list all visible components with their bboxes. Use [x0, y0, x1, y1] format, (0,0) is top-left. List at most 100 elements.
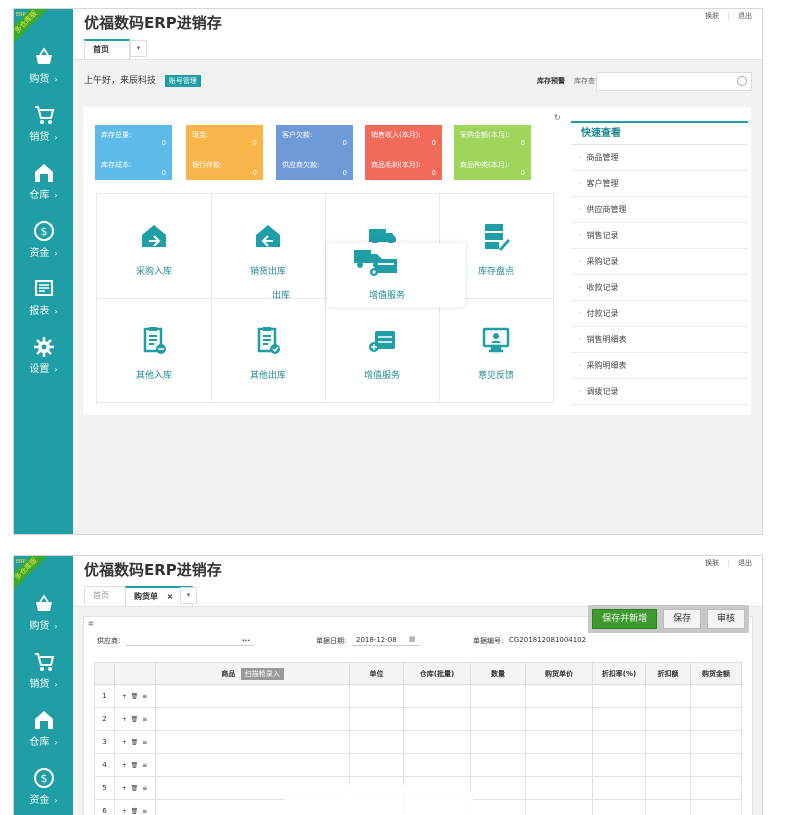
- table-cell[interactable]: [526, 708, 593, 731]
- table-cell[interactable]: [156, 708, 350, 731]
- quick-view-item[interactable]: 供应商管理: [571, 197, 748, 223]
- sidebar-item-5[interactable]: 设置›: [14, 336, 73, 375]
- shortcut-feedback[interactable]: 意见反馈: [439, 298, 554, 403]
- quick-view-item[interactable]: 采购明细表: [571, 353, 748, 379]
- shortcut-value-service[interactable]: 增值服务: [325, 298, 440, 403]
- table-cell[interactable]: [526, 685, 593, 708]
- row-actions[interactable]: + 🗑 ≡: [115, 800, 156, 815]
- col-discount-amount: 折扣额: [646, 663, 691, 685]
- save-new-button[interactable]: 保存并新增: [592, 609, 657, 629]
- table-cell[interactable]: [593, 731, 646, 754]
- supplier-input[interactable]: [126, 645, 254, 646]
- table-cell[interactable]: [691, 708, 742, 731]
- refresh-icon[interactable]: ↻: [554, 113, 561, 122]
- sidebar-item-3[interactable]: $资金›: [14, 220, 73, 259]
- table-cell[interactable]: [471, 800, 526, 815]
- quick-view-item[interactable]: 销售记录: [571, 223, 748, 249]
- table-cell[interactable]: [593, 800, 646, 815]
- row-actions[interactable]: + 🗑 ≡: [115, 754, 156, 777]
- table-cell[interactable]: [691, 777, 742, 800]
- sidebar-item-2[interactable]: 仓库›: [14, 162, 73, 201]
- sidebar-item-0[interactable]: 购货›: [14, 46, 73, 85]
- sidebar-item-1[interactable]: 销货›: [14, 651, 73, 690]
- table-cell[interactable]: [593, 685, 646, 708]
- table-cell[interactable]: [350, 731, 404, 754]
- date-input[interactable]: [352, 645, 420, 646]
- skin-link[interactable]: 换肤: [705, 12, 719, 20]
- account-manage-button[interactable]: 账号管理: [165, 75, 201, 87]
- save-button[interactable]: 保存: [663, 609, 701, 629]
- table-cell[interactable]: [350, 708, 404, 731]
- quick-view-item[interactable]: 销售明细表: [571, 327, 748, 353]
- sidebar-item-4[interactable]: 报表›: [14, 278, 73, 317]
- skin-link[interactable]: 换肤: [705, 559, 719, 567]
- scan-entry-button[interactable]: 扫描枪录入: [241, 668, 284, 680]
- table-cell[interactable]: [156, 754, 350, 777]
- quick-view-item[interactable]: 收款记录: [571, 275, 748, 301]
- sidebar-item-3[interactable]: $资金›: [14, 767, 73, 806]
- shortcut-other-out[interactable]: 其他出库: [211, 298, 326, 403]
- table-cell[interactable]: [526, 800, 593, 815]
- stock-search-input[interactable]: [596, 72, 752, 91]
- table-cell[interactable]: [646, 800, 691, 815]
- sidebar-item-0[interactable]: 购货›: [14, 593, 73, 632]
- table-cell[interactable]: [593, 777, 646, 800]
- table-cell[interactable]: [350, 754, 404, 777]
- table-cell[interactable]: [156, 685, 350, 708]
- row-actions[interactable]: + 🗑 ≡: [115, 708, 156, 731]
- sidebar-item-2[interactable]: 仓库›: [14, 709, 73, 748]
- table-cell[interactable]: [691, 731, 742, 754]
- table-row: 1+ 🗑 ≡: [95, 685, 742, 708]
- table-cell[interactable]: [691, 754, 742, 777]
- table-cell[interactable]: [646, 708, 691, 731]
- logout-link[interactable]: 退出: [738, 12, 752, 20]
- row-actions[interactable]: + 🗑 ≡: [115, 685, 156, 708]
- shortcut-sales-out[interactable]: 销货出库: [211, 194, 326, 299]
- audit-button[interactable]: 审核: [707, 609, 745, 629]
- shortcut-purchase-in[interactable]: 采购入库: [97, 194, 212, 299]
- table-cell[interactable]: [526, 731, 593, 754]
- quick-view-item[interactable]: 商品管理: [571, 145, 748, 171]
- tab-home[interactable]: 首页: [84, 586, 130, 605]
- quick-view-item[interactable]: 付款记录: [571, 301, 748, 327]
- settings-icon[interactable]: ✲: [88, 620, 94, 628]
- table-cell[interactable]: [526, 754, 593, 777]
- tab-home[interactable]: 首页: [84, 39, 130, 59]
- table-cell[interactable]: [404, 708, 471, 731]
- table-cell[interactable]: [593, 708, 646, 731]
- table-cell[interactable]: [646, 777, 691, 800]
- sidebar-item-1[interactable]: 销货›: [14, 104, 73, 143]
- quick-view-item[interactable]: 客户管理: [571, 171, 748, 197]
- quick-view-item[interactable]: 调拨记录: [571, 379, 748, 405]
- search-icon[interactable]: [737, 76, 747, 86]
- tab-dropdown[interactable]: ▾: [180, 587, 197, 604]
- cart-icon: [33, 651, 55, 673]
- table-cell[interactable]: [691, 800, 742, 815]
- logout-link[interactable]: 退出: [738, 559, 752, 567]
- table-cell[interactable]: [526, 777, 593, 800]
- shortcut-other-in[interactable]: 其他入库: [97, 298, 212, 403]
- row-actions[interactable]: + 🗑 ≡: [115, 777, 156, 800]
- tab-dropdown[interactable]: ▾: [130, 40, 147, 57]
- close-icon[interactable]: ×: [167, 592, 174, 601]
- table-cell[interactable]: [593, 754, 646, 777]
- table-cell[interactable]: [646, 754, 691, 777]
- stock-alert-link[interactable]: 库存预警: [537, 76, 565, 86]
- table-cell[interactable]: [471, 708, 526, 731]
- table-cell[interactable]: [471, 754, 526, 777]
- table-cell[interactable]: [471, 685, 526, 708]
- table-cell[interactable]: [350, 685, 404, 708]
- table-cell[interactable]: [646, 685, 691, 708]
- table-cell[interactable]: [404, 685, 471, 708]
- table-cell[interactable]: [691, 685, 742, 708]
- supplier-more-button[interactable]: ...: [242, 635, 250, 643]
- table-cell[interactable]: [156, 731, 350, 754]
- table-cell[interactable]: [404, 731, 471, 754]
- table-cell[interactable]: [404, 754, 471, 777]
- calendar-icon[interactable]: ▦: [409, 635, 416, 643]
- table-cell[interactable]: [471, 777, 526, 800]
- quick-view-item[interactable]: 采购记录: [571, 249, 748, 275]
- table-cell[interactable]: [471, 731, 526, 754]
- row-actions[interactable]: + 🗑 ≡: [115, 731, 156, 754]
- table-cell[interactable]: [646, 731, 691, 754]
